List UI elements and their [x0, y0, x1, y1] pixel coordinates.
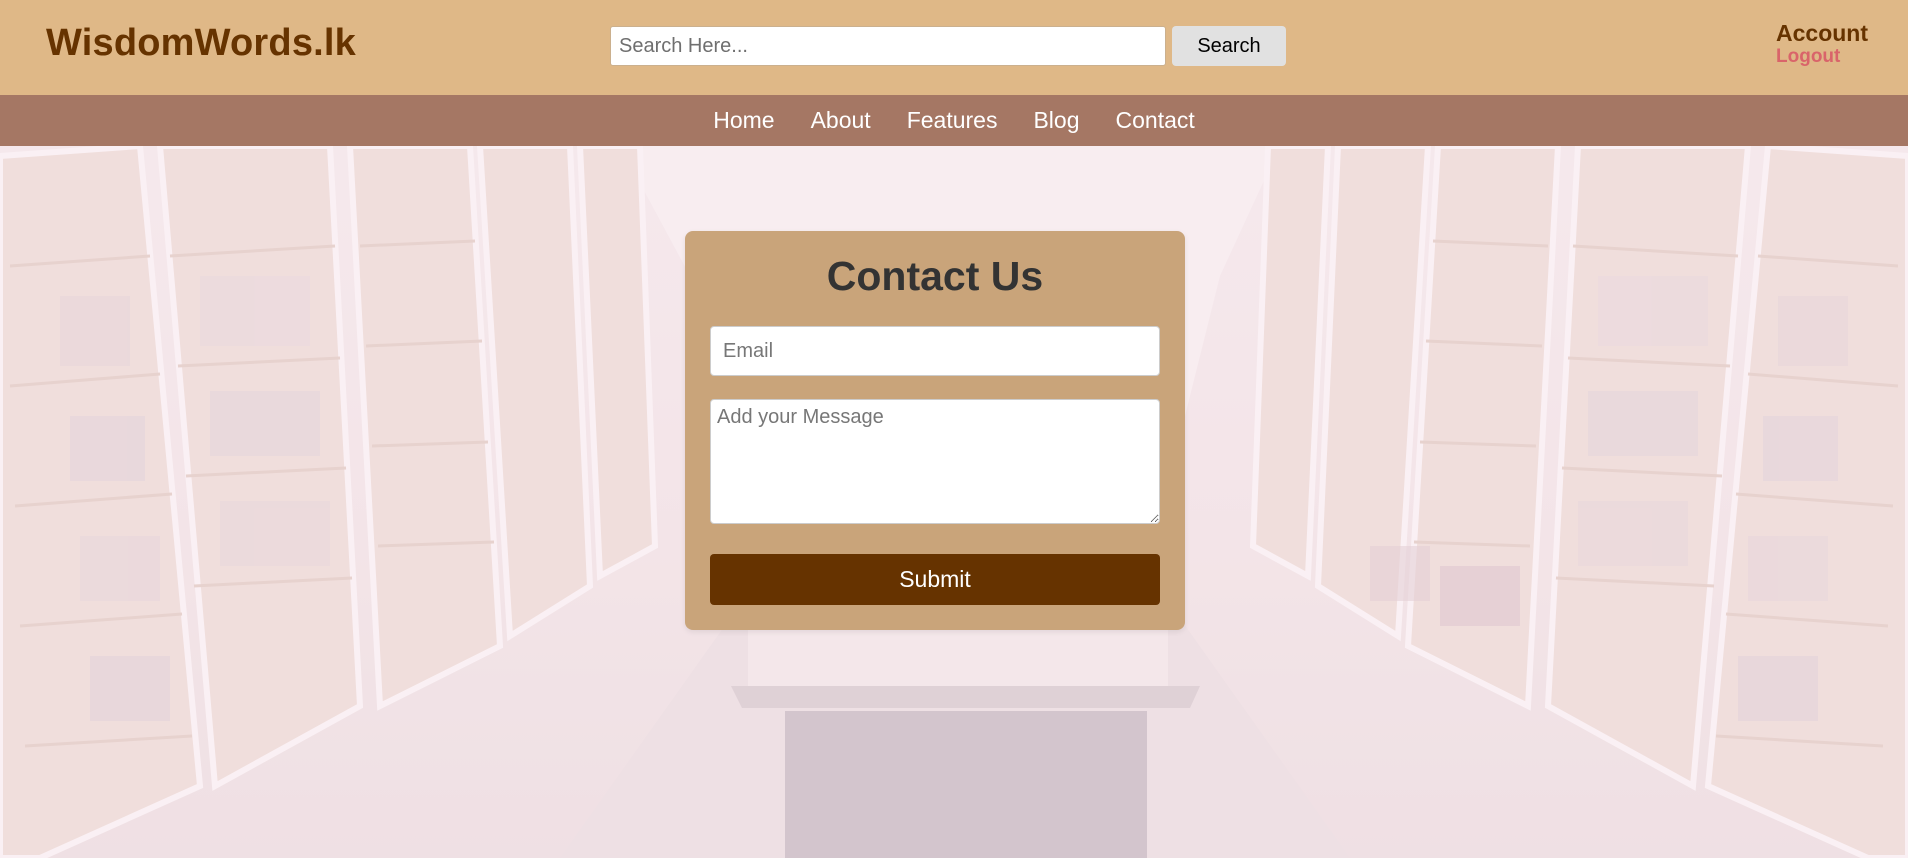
account-link[interactable]: Account: [1776, 20, 1868, 46]
email-field[interactable]: [710, 326, 1160, 376]
message-field[interactable]: [710, 399, 1160, 524]
nav-features[interactable]: Features: [889, 95, 1016, 146]
search-button[interactable]: Search: [1172, 26, 1286, 66]
nav-blog[interactable]: Blog: [1015, 95, 1097, 146]
main-nav: Home About Features Blog Contact: [0, 95, 1908, 146]
account-block: Account Logout: [1776, 20, 1868, 68]
search-input[interactable]: [610, 26, 1166, 66]
nav-home[interactable]: Home: [695, 95, 792, 146]
contact-form-card: Contact Us Submit: [685, 231, 1185, 630]
logout-link[interactable]: Logout: [1776, 46, 1868, 68]
submit-button[interactable]: Submit: [710, 554, 1160, 605]
nav-contact[interactable]: Contact: [1098, 95, 1213, 146]
site-logo[interactable]: WisdomWords.lk: [46, 22, 356, 65]
nav-about[interactable]: About: [793, 95, 889, 146]
contact-title: Contact Us: [826, 253, 1044, 299]
site-header: WisdomWords.lk Search Account Logout: [0, 0, 1908, 95]
page: WisdomWords.lk Search Account Logout Hom…: [0, 0, 1908, 858]
